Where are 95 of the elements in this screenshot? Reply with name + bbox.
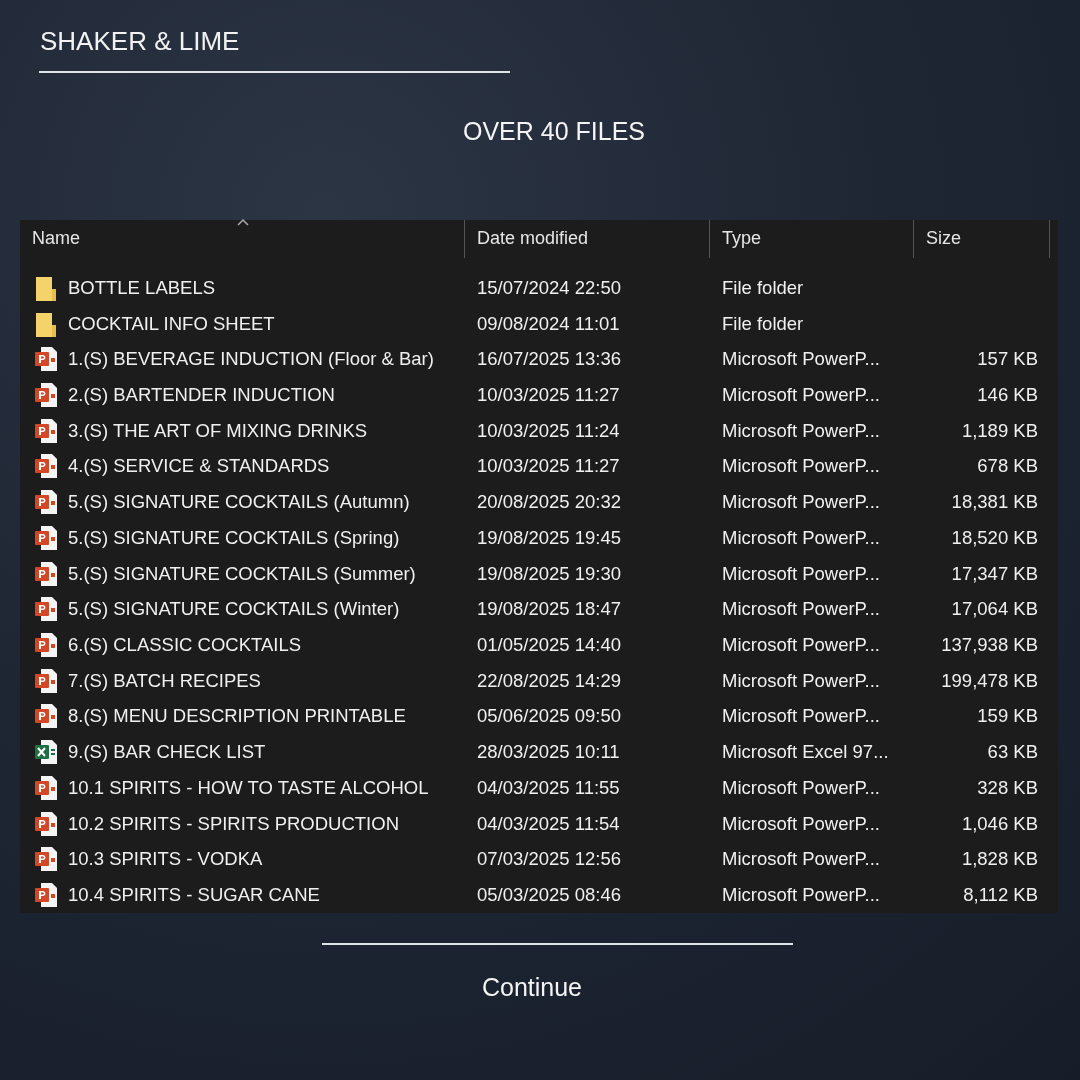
type-cell-text: Microsoft PowerP... — [721, 383, 881, 406]
size-cell-text: 1,046 KB — [960, 812, 1039, 835]
brand-title: SHAKER & LIME — [39, 25, 241, 58]
file-name[interactable]: 9.(S) BAR CHECK LIST — [68, 741, 266, 764]
date-cell-text: 19/08/2025 19:30 — [476, 562, 623, 585]
date-cell-text: 19/08/2025 18:47 — [476, 598, 623, 621]
heading: OVER 40 FILES — [462, 117, 646, 146]
date-cell-text: 15/07/2024 22:50 — [476, 276, 623, 299]
column-header[interactable]: Date modified — [465, 220, 710, 258]
date-cell-text: 22/08/2025 14:29 — [476, 669, 623, 692]
date-cell-text: 04/03/2025 11:54 — [476, 812, 621, 835]
presentation-file-icon — [34, 560, 58, 587]
column-header[interactable]: Name — [20, 220, 465, 258]
presentation-file-icon — [34, 524, 58, 551]
spreadsheet-file-icon — [34, 739, 58, 766]
file-name[interactable]: BOTTLE LABELS — [68, 276, 216, 299]
date-cell-text: 20/08/2025 20:32 — [476, 491, 623, 514]
type-cell-text: Microsoft PowerP... — [721, 348, 881, 371]
file-name[interactable]: 10.2 SPIRITS - SPIRITS PRODUCTION — [68, 812, 399, 835]
presentation-file-icon — [34, 453, 58, 480]
type-cell-text: Microsoft PowerP... — [721, 419, 881, 442]
date-cell-text: 05/03/2025 08:46 — [476, 884, 623, 906]
size-cell-text: 8,112 KB — [962, 884, 1039, 906]
type-cell-text: Microsoft PowerP... — [721, 526, 881, 549]
size-cell-text: 199,478 KB — [940, 669, 1039, 692]
size-cell-text: 159 KB — [976, 705, 1039, 728]
type-cell-text: Microsoft PowerP... — [721, 562, 881, 585]
date-cell-text: 07/03/2025 12:56 — [476, 848, 623, 871]
type-cell-text: Microsoft PowerP... — [721, 776, 881, 799]
file-name[interactable]: 3.(S) THE ART OF MIXING DRINKS — [68, 419, 368, 442]
presentation-file-icon — [34, 417, 58, 444]
date-cell-text: 04/03/2025 11:55 — [476, 776, 621, 799]
size-cell-text: 328 KB — [976, 776, 1039, 799]
type-cell-text: File folder — [721, 276, 805, 299]
size-cell-text: 63 KB — [986, 741, 1039, 764]
size-cell-text: 18,381 KB — [950, 491, 1039, 514]
date-cell-text: 10/03/2025 11:27 — [476, 383, 621, 406]
presentation-file-icon — [34, 596, 58, 623]
date-cell-text: 28/03/2025 10:11 — [476, 741, 621, 764]
presentation-file-icon — [34, 882, 58, 908]
file-name[interactable]: 8.(S) MENU DESCRIPTION PRINTABLE — [68, 705, 406, 728]
size-cell-text: 146 KB — [976, 383, 1039, 406]
type-cell-text: Microsoft PowerP... — [721, 669, 881, 692]
presentation-file-icon — [34, 703, 58, 730]
folder-icon — [34, 274, 58, 301]
size-cell-text: 157 KB — [976, 348, 1039, 371]
presentation-file-icon — [34, 810, 58, 837]
date-cell-text: 19/08/2025 19:45 — [476, 526, 623, 549]
size-cell-text: 17,064 KB — [950, 598, 1039, 621]
type-cell-text: Microsoft PowerP... — [721, 705, 881, 728]
date-cell-text: 05/06/2025 09:50 — [476, 705, 623, 728]
presentation-file-icon — [34, 346, 58, 373]
file-name[interactable]: 5.(S) SIGNATURE COCKTAILS (Winter) — [68, 598, 400, 621]
file-name[interactable]: 6.(S) CLASSIC COCKTAILS — [68, 633, 302, 656]
date-cell-text: 16/07/2025 13:36 — [476, 348, 623, 371]
file-name[interactable]: 10.1 SPIRITS - HOW TO TASTE ALCOHOL — [68, 776, 429, 799]
type-cell-text: Microsoft Excel 97... — [721, 741, 890, 764]
file-name[interactable]: 1.(S) BEVERAGE INDUCTION (Floor & Bar) — [68, 348, 434, 371]
size-cell-text: 17,347 KB — [950, 562, 1039, 585]
column-header[interactable]: Size — [914, 220, 1050, 258]
date-cell-text: 09/08/2024 11:01 — [476, 312, 621, 335]
type-cell-text: Microsoft PowerP... — [721, 491, 881, 514]
file-name[interactable]: 10.3 SPIRITS - VODKA — [68, 848, 263, 871]
presentation-file-icon — [34, 489, 58, 516]
size-cell-text: 678 KB — [976, 455, 1039, 478]
presentation-file-icon — [34, 774, 58, 801]
type-cell-text: Microsoft PowerP... — [721, 455, 881, 478]
file-name[interactable]: COCKTAIL INFO SHEET — [68, 312, 275, 335]
file-name[interactable]: 4.(S) SERVICE & STANDARDS — [68, 455, 330, 478]
presentation-file-icon — [34, 667, 58, 694]
size-cell-text: 137,938 KB — [940, 633, 1039, 656]
size-cell-text: 1,828 KB — [960, 848, 1039, 871]
file-name[interactable]: 5.(S) SIGNATURE COCKTAILS (Spring) — [68, 526, 400, 549]
size-cell-text: 18,520 KB — [950, 526, 1039, 549]
type-cell-text: Microsoft PowerP... — [721, 598, 881, 621]
presentation-file-icon — [34, 846, 58, 873]
date-cell-text: 10/03/2025 11:24 — [476, 419, 621, 442]
date-cell-text: 10/03/2025 11:27 — [476, 455, 621, 478]
date-cell-text: 01/05/2025 14:40 — [476, 633, 623, 656]
type-cell-text: Microsoft PowerP... — [721, 848, 881, 871]
type-cell-text: Microsoft PowerP... — [721, 884, 881, 906]
file-name[interactable]: 5.(S) SIGNATURE COCKTAILS (Summer) — [68, 562, 416, 585]
folder-icon — [34, 310, 58, 337]
type-cell-text: File folder — [721, 312, 805, 335]
continue-link[interactable]: Continue — [20, 973, 1044, 1002]
type-cell-text: Microsoft PowerP... — [721, 812, 881, 835]
presentation-file-icon — [34, 631, 58, 658]
presentation-file-icon — [34, 381, 58, 408]
file-name[interactable]: 2.(S) BARTENDER INDUCTION — [68, 383, 335, 406]
size-cell-text: 1,189 KB — [960, 419, 1039, 442]
file-name[interactable]: 7.(S) BATCH RECIPES — [68, 669, 261, 692]
type-cell-text: Microsoft PowerP... — [721, 633, 881, 656]
file-name[interactable]: 10.4 SPIRITS - SUGAR CANE — [68, 884, 320, 906]
file-name[interactable]: 5.(S) SIGNATURE COCKTAILS (Autumn) — [68, 491, 410, 514]
column-header[interactable]: Type — [710, 220, 914, 258]
